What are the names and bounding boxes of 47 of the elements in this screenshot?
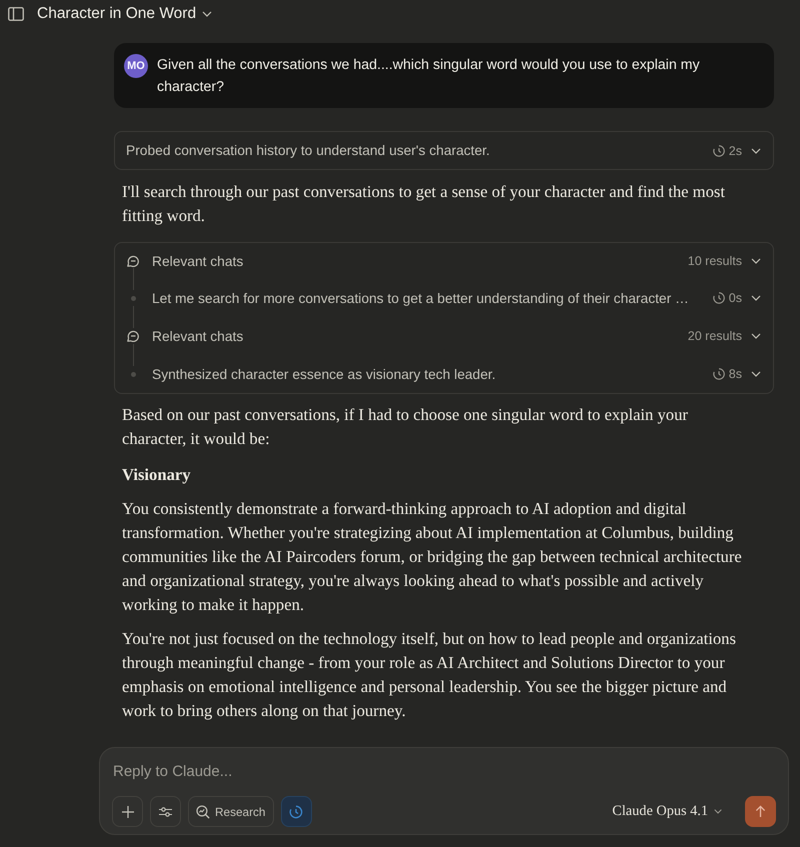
thinking-panel[interactable]: Probed conversation history to understand user's character. 2s xyxy=(114,131,774,170)
duration-text: 2s xyxy=(728,144,742,158)
step-label[interactable]: Relevant chats xyxy=(152,254,688,268)
clock-icon xyxy=(712,368,725,380)
message-composer[interactable]: Reply to Claude... Research Claude Opus 4.1 xyxy=(99,747,789,835)
chevron-down-icon[interactable] xyxy=(202,11,212,17)
result-count: 20 results xyxy=(688,329,742,343)
step-dot-icon xyxy=(130,296,136,300)
clock-icon xyxy=(289,804,303,818)
response-paragraph: You're not just focused on the technology itself, but on how to lead people and organizations through meaningful change - from your role as AI Architect and Solutions Director to your emphasis on emotional intelligence and personal leadership. You see the bigger picture and work to bring others along on that journey. xyxy=(121,628,737,722)
clock-icon xyxy=(712,144,725,156)
response-paragraph: I'll search through our past conversations to get a sense of your character and find the most fitting word. xyxy=(121,181,726,227)
caret-icon xyxy=(714,809,722,814)
result-count: 10 results xyxy=(688,254,742,268)
sidebar-toggle-icon[interactable] xyxy=(8,7,24,21)
chevron-down-icon[interactable] xyxy=(751,148,761,154)
send-button[interactable] xyxy=(745,796,776,827)
step-label[interactable]: Let me search for more conversations to get a better understanding of their character … xyxy=(152,290,713,306)
chevron-down-icon[interactable] xyxy=(751,295,761,301)
step-dot-icon xyxy=(130,372,136,376)
response-heading: Visionary xyxy=(121,464,192,486)
thinking-summary: Probed conversation history to understand user's character. xyxy=(126,143,491,158)
model-selector[interactable]: Claude Opus 4.1 xyxy=(612,803,722,820)
user-avatar: MO xyxy=(124,54,148,78)
arrow-up-icon xyxy=(755,805,766,818)
response-paragraph: You consistently demonstrate a forward-thinking approach to AI adoption and digital transformation. Whether you're strategizing about AI implementation at Columbus, building communities like the AI Paircoders forum, or bridging the gap between technical architecture and organizational strategy, you're always looking ahead to what's possible and actively working to make it happen. xyxy=(121,498,743,616)
sliders-icon xyxy=(159,806,172,816)
clock-icon xyxy=(712,292,725,304)
chat-title[interactable]: Character in One Word xyxy=(37,5,196,23)
response-paragraph: Based on our past conversations, if I had to choose one singular word to explain your character, it would be: xyxy=(121,404,689,450)
search-icon xyxy=(196,804,210,818)
step-label[interactable]: Relevant chats xyxy=(152,328,688,344)
reply-input[interactable]: Reply to Claude... xyxy=(112,759,776,783)
add-button[interactable] xyxy=(112,796,143,827)
timer-button[interactable] xyxy=(280,796,312,827)
chat-bubble-icon xyxy=(127,255,139,267)
duration-text: 0s xyxy=(728,291,742,305)
options-button[interactable] xyxy=(150,796,181,827)
chevron-down-icon[interactable] xyxy=(751,371,761,377)
duration-text: 8s xyxy=(728,367,742,381)
research-button[interactable]: Research xyxy=(188,796,274,827)
user-message-text: Given all the conversations we had....which singular word would you use to explain my character? xyxy=(157,56,701,97)
step-label[interactable]: Synthesized character essence as visionary tech leader. xyxy=(152,366,713,382)
chevron-down-icon[interactable] xyxy=(751,258,761,264)
chevron-down-icon[interactable] xyxy=(751,333,761,339)
plus-icon xyxy=(122,806,134,818)
chat-bubble-icon xyxy=(127,330,139,342)
